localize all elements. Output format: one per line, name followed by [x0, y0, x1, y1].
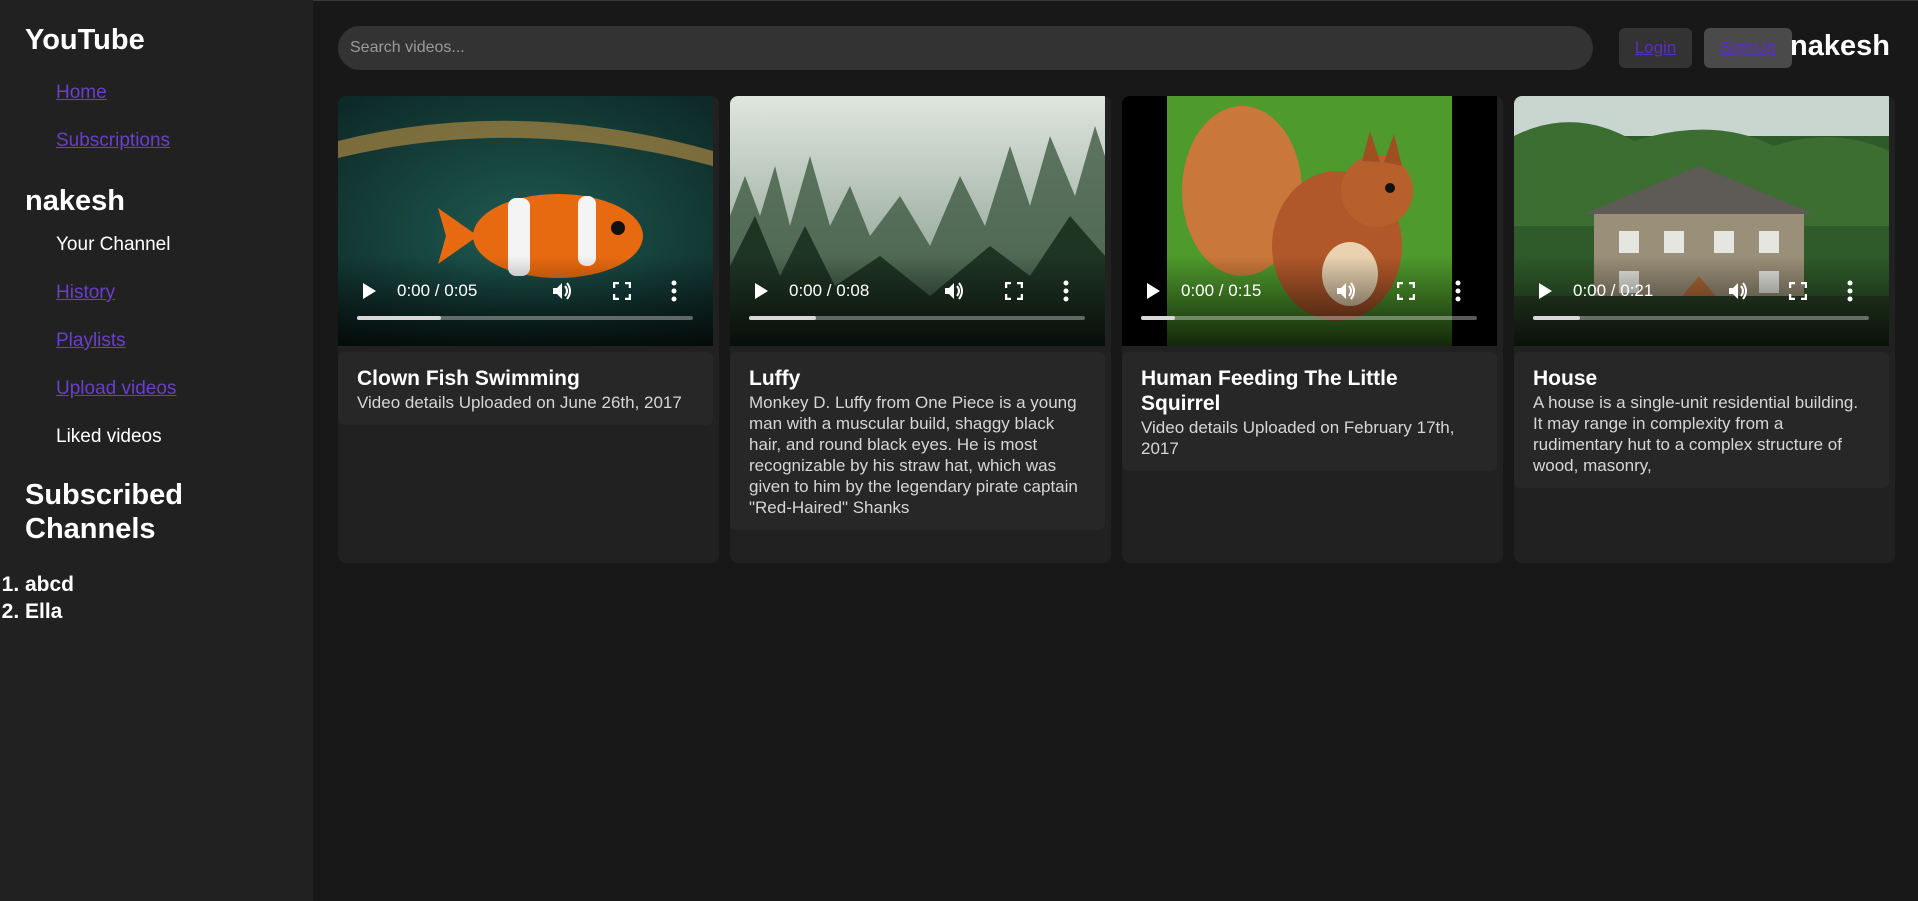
controls-overlay — [1514, 256, 1889, 346]
video-time: 0:00 / 0:08 — [789, 281, 870, 300]
play-icon[interactable] — [1536, 282, 1554, 300]
video-title[interactable]: Clown Fish Swimming — [357, 366, 694, 391]
video-description: Video details Uploaded on February 17th,… — [1141, 418, 1455, 458]
signup-button[interactable]: SignUp — [1704, 28, 1792, 68]
video-time: 0:00 / 0:15 — [1181, 281, 1262, 300]
sidebar-link-playlists[interactable]: Playlists — [56, 330, 126, 352]
sidebar-link-history[interactable]: History — [56, 282, 115, 304]
sidebar-link-upload-videos[interactable]: Upload videos — [56, 378, 176, 400]
sidebar: YouTube Home Subscriptions nakesh Your C… — [0, 0, 313, 901]
volume-icon[interactable] — [551, 281, 573, 301]
video-progress-fill — [749, 316, 817, 320]
volume-icon[interactable] — [1335, 281, 1357, 301]
sidebar-user-heading: nakesh — [25, 185, 125, 217]
video-card: 0:00 / 0:15 Human Feeding The Little Squ… — [1122, 96, 1503, 563]
video-progress-fill — [357, 316, 441, 320]
video-title[interactable]: Luffy — [749, 366, 1086, 391]
video-card: 0:00 / 0:08 Luffy Monkey D. Luffy from O… — [730, 96, 1111, 563]
video-info: Human Feeding The Little Squirrel Video … — [1122, 352, 1497, 471]
video-title[interactable]: House — [1533, 366, 1870, 391]
more-options-icon[interactable] — [671, 280, 677, 302]
fullscreen-icon[interactable] — [1397, 282, 1415, 300]
search-input[interactable] — [338, 26, 1593, 70]
controls-overlay — [338, 256, 713, 346]
video-progress-bar[interactable] — [749, 316, 1085, 320]
controls-overlay — [1122, 256, 1497, 346]
fullscreen-icon[interactable] — [613, 282, 631, 300]
header-username: nakesh — [1790, 30, 1890, 62]
video-progress-fill — [1533, 316, 1581, 320]
brand-title: YouTube — [25, 24, 145, 56]
play-icon[interactable] — [360, 282, 378, 300]
video-info: Luffy Monkey D. Luffy from One Piece is … — [730, 352, 1105, 530]
subscribed-channels-heading: Subscribed Channels — [25, 479, 183, 545]
fullscreen-icon[interactable] — [1005, 282, 1023, 300]
video-progress-bar[interactable] — [1533, 316, 1869, 320]
video-player[interactable]: 0:00 / 0:05 — [338, 96, 713, 346]
video-player[interactable]: 0:00 / 0:21 — [1514, 96, 1889, 346]
video-description: Video details Uploaded on June 26th, 201… — [357, 393, 682, 412]
subscribed-channel-item[interactable]: abcd — [25, 571, 74, 598]
video-card: 0:00 / 0:05 Clown Fish Swimming Video de… — [338, 96, 719, 563]
video-progress-fill — [1141, 316, 1175, 320]
sidebar-item-your-channel[interactable]: Your Channel — [56, 234, 170, 256]
more-options-icon[interactable] — [1455, 280, 1461, 302]
more-options-icon[interactable] — [1063, 280, 1069, 302]
play-icon[interactable] — [1144, 282, 1162, 300]
video-player[interactable]: 0:00 / 0:08 — [730, 96, 1105, 346]
fullscreen-icon[interactable] — [1789, 282, 1807, 300]
video-title[interactable]: Human Feeding The Little Squirrel — [1141, 366, 1478, 416]
subscribed-channel-item[interactable]: Ella — [25, 598, 74, 625]
login-button[interactable]: Login — [1619, 28, 1692, 68]
video-description: Monkey D. Luffy from One Piece is a youn… — [749, 393, 1078, 517]
play-icon[interactable] — [752, 282, 770, 300]
video-progress-bar[interactable] — [1141, 316, 1477, 320]
sidebar-link-home[interactable]: Home — [56, 82, 107, 104]
more-options-icon[interactable] — [1847, 280, 1853, 302]
volume-icon[interactable] — [943, 281, 965, 301]
video-time: 0:00 / 0:05 — [397, 281, 478, 300]
video-info: House A house is a single-unit residenti… — [1514, 352, 1889, 488]
video-time: 0:00 / 0:21 — [1573, 281, 1654, 300]
controls-overlay — [730, 256, 1105, 346]
sidebar-item-liked-videos[interactable]: Liked videos — [56, 426, 162, 448]
volume-icon[interactable] — [1727, 281, 1749, 301]
subscribed-channels-list: abcd Ella — [0, 571, 74, 625]
sidebar-link-subscriptions[interactable]: Subscriptions — [56, 130, 170, 152]
video-card: 0:00 / 0:21 House A house is a single-un… — [1514, 96, 1895, 563]
video-progress-bar[interactable] — [357, 316, 693, 320]
video-player[interactable]: 0:00 / 0:15 — [1122, 96, 1497, 346]
video-info: Clown Fish Swimming Video details Upload… — [338, 352, 713, 425]
video-description: A house is a single-unit residential bui… — [1533, 393, 1859, 475]
